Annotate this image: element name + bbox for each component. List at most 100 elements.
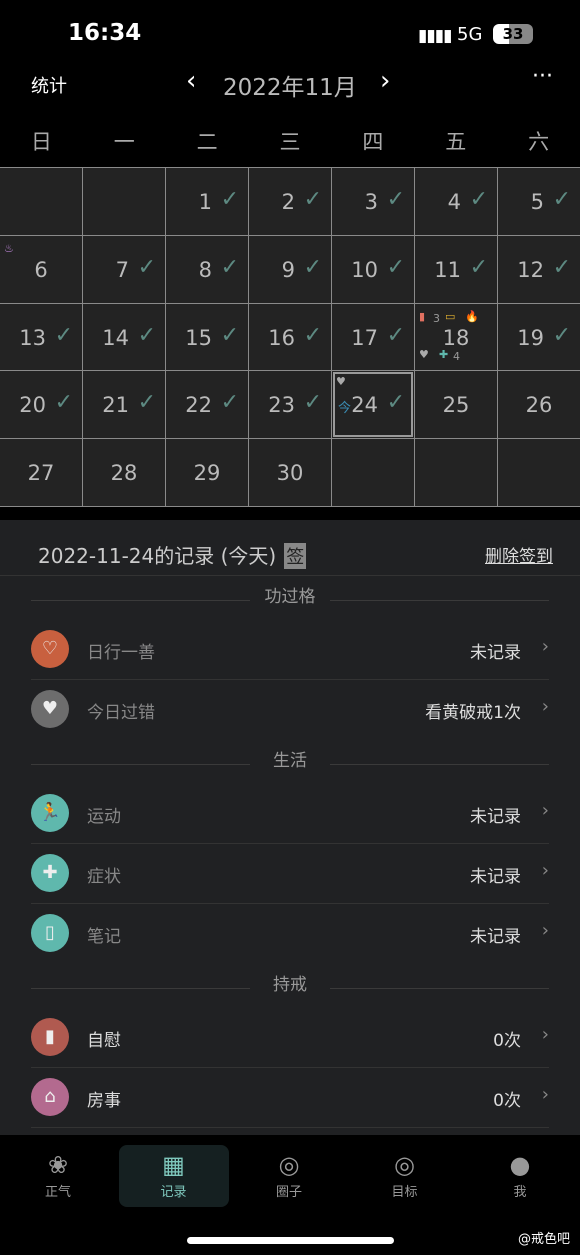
next-month-button[interactable]: › xyxy=(380,66,390,96)
calendar-day-2[interactable]: 2 ✓ xyxy=(249,168,331,235)
record-label: 房事 xyxy=(87,1091,121,1111)
day-number: 21 xyxy=(102,393,129,418)
month-title: 2022年11月 xyxy=(223,75,357,101)
day-number: 18 xyxy=(442,325,470,350)
record-date: 2022-11-24的记录 (今天) xyxy=(38,544,277,568)
calendar-cell-empty xyxy=(83,168,165,235)
calendar-cell-empty xyxy=(498,439,580,506)
calendar-day-22[interactable]: 22 ✓ xyxy=(166,371,248,439)
nav-item-1[interactable]: ▦ 记录 xyxy=(118,1145,229,1207)
record-header: 2022-11-24的记录 (今天) 签 删除签到 xyxy=(0,520,580,576)
section-title: 持戒 xyxy=(250,970,330,995)
chevron-right-icon: › xyxy=(541,1084,549,1105)
day-number: 1 xyxy=(198,190,212,214)
record-label: 症状 xyxy=(87,867,121,887)
prev-month-button[interactable]: ‹ xyxy=(186,66,196,96)
calendar-day-9[interactable]: 9 ✓ xyxy=(249,235,331,303)
day-number: 29 xyxy=(193,461,221,486)
broken-heart-icon: ♥ xyxy=(419,347,429,361)
calendar-day-24[interactable]: 24 ✓ ♥ 今 xyxy=(332,371,414,439)
calendar-day-27[interactable]: 27 xyxy=(0,439,82,506)
network-type: 5G xyxy=(457,24,483,45)
record-item[interactable]: ✚ 症状 未记录 › xyxy=(31,844,549,904)
calendar-day-16[interactable]: 16 ✓ xyxy=(249,303,331,371)
delete-checkin-link[interactable]: 删除签到 xyxy=(485,542,553,567)
calendar-day-12[interactable]: 12 ✓ xyxy=(498,235,580,303)
record-item[interactable]: ▯ 笔记 未记录 › xyxy=(31,904,549,964)
record-value: 看黄破戒1次 xyxy=(425,703,521,723)
calendar-day-13[interactable]: 13 ✓ xyxy=(0,303,82,371)
home-indicator[interactable] xyxy=(187,1237,394,1244)
nav-item-4[interactable]: ● 我 xyxy=(465,1145,575,1207)
calendar-day-8[interactable]: 8 ✓ xyxy=(166,235,248,303)
calendar-day-29[interactable]: 29 xyxy=(166,439,248,506)
broken-heart-icon: ♥ xyxy=(31,690,69,728)
calendar-day-20[interactable]: 20 ✓ xyxy=(0,371,82,439)
day-number: 9 xyxy=(281,257,295,282)
day-number: 8 xyxy=(198,257,212,282)
chevron-right-icon: › xyxy=(541,860,549,881)
chevron-right-icon: › xyxy=(541,800,549,821)
calendar-day-17[interactable]: 17 ✓ xyxy=(332,303,414,371)
calendar-day-30[interactable]: 30 xyxy=(249,439,331,506)
calendar-day-3[interactable]: 3 ✓ xyxy=(332,168,414,235)
nav-label: 我 xyxy=(513,1185,527,1200)
nav-item-0[interactable]: ❀ 正气 xyxy=(3,1145,113,1207)
chevron-right-icon: › xyxy=(541,920,549,941)
calendar-cell-empty xyxy=(0,168,82,235)
medkit-icon: ✚ xyxy=(31,854,69,892)
calendar-day-19[interactable]: 19 ✓ xyxy=(498,303,580,371)
calendar-day-26[interactable]: 26 xyxy=(498,371,580,439)
calendar-day-11[interactable]: 11 ✓ xyxy=(415,235,497,303)
check-icon: ✓ xyxy=(137,254,156,280)
stats-button[interactable]: 统计 xyxy=(31,72,67,98)
chevron-right-icon: › xyxy=(541,636,549,657)
check-icon: ✓ xyxy=(386,187,405,212)
check-icon: ✓ xyxy=(303,390,322,416)
calendar-cell-empty xyxy=(415,439,497,506)
calendar-day-15[interactable]: 15 ✓ xyxy=(166,303,248,371)
sign-badge: 签 xyxy=(284,543,307,569)
record-item[interactable]: ♥ 今日过错 看黄破戒1次 › xyxy=(31,680,549,740)
record-value: 未记录 xyxy=(470,807,521,827)
day-number: 23 xyxy=(268,393,295,418)
day-number: 27 xyxy=(27,461,55,486)
day-number: 25 xyxy=(442,393,470,418)
calendar-day-5[interactable]: 5 ✓ xyxy=(498,168,580,235)
record-value: 未记录 xyxy=(470,867,521,887)
fire-icon: 🔥 xyxy=(465,309,479,323)
calendar-day-6[interactable]: 6 ♨ xyxy=(0,235,82,303)
record-item[interactable]: ▮ 自慰 0次 › xyxy=(31,1008,549,1068)
nav-label: 目标 xyxy=(391,1185,418,1200)
badge-count: 3 xyxy=(433,311,440,325)
top-bar: 统计 ‹ 2022年11月 › ··· xyxy=(0,64,580,106)
calendar-day-25[interactable]: 25 xyxy=(415,371,497,439)
monitor-icon: ▭ xyxy=(445,309,456,323)
check-icon: ✓ xyxy=(552,254,571,280)
calendar-day-14[interactable]: 14 ✓ xyxy=(83,303,165,371)
calendar-day-23[interactable]: 23 ✓ xyxy=(249,371,331,439)
record-item[interactable]: ♡ 日行一善 未记录 › xyxy=(31,620,549,680)
calendar-day-1[interactable]: 1 ✓ xyxy=(166,168,248,235)
record-item[interactable]: ⌂ 房事 0次 › xyxy=(31,1068,549,1128)
section-title: 生活 xyxy=(250,746,330,771)
day-number: 22 xyxy=(185,393,212,418)
check-icon: ✓ xyxy=(220,254,239,280)
check-icon: ✓ xyxy=(469,254,488,280)
nav-item-3[interactable]: ◎ 目标 xyxy=(350,1145,460,1207)
nav-item-2[interactable]: ◎ 圈子 xyxy=(234,1145,344,1207)
calendar-day-21[interactable]: 21 ✓ xyxy=(83,371,165,439)
record-item[interactable]: 🏃 运动 未记录 › xyxy=(31,784,549,844)
day-number: 5 xyxy=(530,190,544,214)
check-icon: ✓ xyxy=(303,187,322,212)
calendar-day-4[interactable]: 4 ✓ xyxy=(415,168,497,235)
calendar-icon: ▦ xyxy=(162,1151,185,1179)
more-button[interactable]: ··· xyxy=(532,64,553,89)
calendar-day-18[interactable]: 18 ▮ ▭ 🔥 ♥ ✚ 3 4 xyxy=(415,303,497,371)
check-icon: ✓ xyxy=(552,187,571,212)
weekday-label: 二 xyxy=(196,130,218,154)
calendar-day-7[interactable]: 7 ✓ xyxy=(83,235,165,303)
record-label: 笔记 xyxy=(87,927,121,947)
calendar-day-28[interactable]: 28 xyxy=(83,439,165,506)
calendar-day-10[interactable]: 10 ✓ xyxy=(332,235,414,303)
